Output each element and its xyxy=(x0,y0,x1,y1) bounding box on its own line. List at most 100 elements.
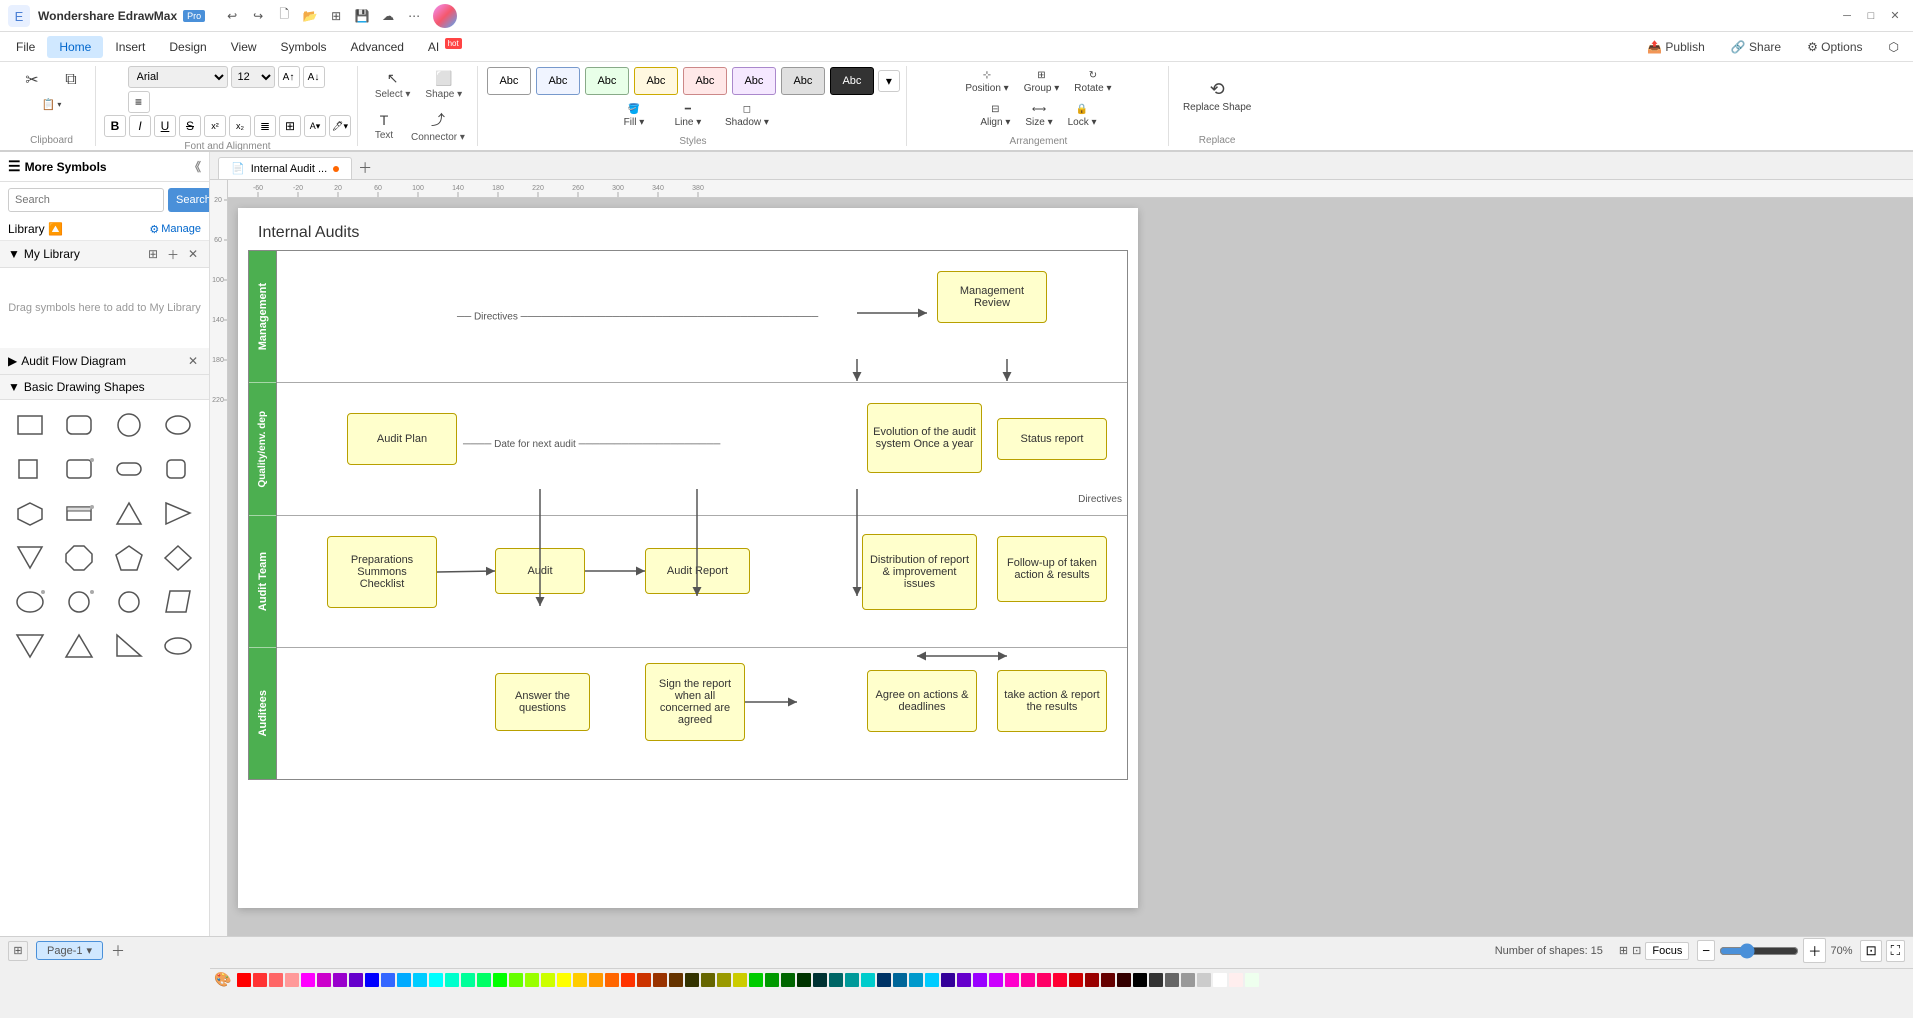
font-color-button[interactable]: A▾ xyxy=(304,115,326,137)
text-tool-button[interactable]: T Text xyxy=(366,108,402,145)
color-swatch[interactable] xyxy=(893,973,907,987)
shape-rounded-square[interactable] xyxy=(156,450,200,490)
color-swatch[interactable] xyxy=(1213,973,1227,987)
color-swatch[interactable] xyxy=(1117,973,1131,987)
subscript-button[interactable]: x₂ xyxy=(229,115,251,137)
color-swatch[interactable] xyxy=(941,973,955,987)
color-swatch[interactable] xyxy=(429,973,443,987)
color-swatch[interactable] xyxy=(845,973,859,987)
color-swatch[interactable] xyxy=(765,973,779,987)
distribution-box[interactable]: Distribution of report & improvement iss… xyxy=(862,534,977,610)
select-tool-button[interactable]: ↖ Select ▾ xyxy=(369,66,417,104)
color-swatch[interactable] xyxy=(365,973,379,987)
take-action-box[interactable]: take action & report the results xyxy=(997,670,1107,732)
copy-button[interactable]: ⧉ xyxy=(53,67,89,93)
options-button[interactable]: ⚙ Options xyxy=(1797,37,1872,57)
preparations-box[interactable]: PreparationsSummonsChecklist xyxy=(327,536,437,608)
color-swatch[interactable] xyxy=(1181,973,1195,987)
shape-hexagon[interactable] xyxy=(8,494,52,534)
color-swatch[interactable] xyxy=(701,973,715,987)
shape-oval-2[interactable] xyxy=(156,626,200,666)
style-6[interactable]: Abc xyxy=(732,67,776,95)
shape-ellipse-dot[interactable] xyxy=(8,582,52,622)
focus-button[interactable]: Focus xyxy=(1645,942,1689,960)
shape-right-triangle[interactable] xyxy=(107,626,151,666)
font-decrease-button[interactable]: A↓ xyxy=(303,66,325,88)
strikethrough-button[interactable]: S xyxy=(179,115,201,137)
bold-button[interactable]: B xyxy=(104,115,126,137)
color-swatch[interactable] xyxy=(557,973,571,987)
agree-box[interactable]: Agree on actions & deadlines xyxy=(867,670,977,732)
shape-pentagon[interactable] xyxy=(107,538,151,578)
shape-triangle-down[interactable] xyxy=(8,538,52,578)
zoom-slider[interactable] xyxy=(1719,943,1799,959)
color-swatch[interactable] xyxy=(621,973,635,987)
color-picker-icon[interactable]: 🎨 xyxy=(214,971,231,988)
size-button[interactable]: ⟷ Size ▾ xyxy=(1019,100,1058,132)
color-swatch[interactable] xyxy=(1133,973,1147,987)
user-avatar[interactable] xyxy=(433,4,457,28)
color-swatch[interactable] xyxy=(749,973,763,987)
color-swatch[interactable] xyxy=(1101,973,1115,987)
shape-tool-button[interactable]: ⬜ Shape ▾ xyxy=(419,66,468,104)
shape-triangle-up[interactable] xyxy=(107,494,151,534)
replace-shape-button[interactable]: ⟲ Replace Shape xyxy=(1177,75,1257,117)
color-swatch[interactable] xyxy=(413,973,427,987)
color-swatch[interactable] xyxy=(269,973,283,987)
menu-view[interactable]: View xyxy=(219,36,269,58)
shape-triangle-outline[interactable] xyxy=(57,626,101,666)
minimize-button[interactable]: ─ xyxy=(1837,6,1857,26)
zoom-in-button[interactable]: ＋ xyxy=(1803,938,1826,963)
share-button[interactable]: 🔗 Share xyxy=(1721,37,1791,57)
color-swatch[interactable] xyxy=(381,973,395,987)
publish-button[interactable]: 📤 Publish xyxy=(1637,37,1715,57)
font-increase-button[interactable]: A↑ xyxy=(278,66,300,88)
add-to-library-button[interactable]: ＋ xyxy=(165,246,181,262)
document-tab[interactable]: 📄 Internal Audit ... xyxy=(218,157,352,179)
followup-box[interactable]: Follow-up of taken action & results xyxy=(997,536,1107,602)
open-button[interactable]: 📂 xyxy=(299,5,321,27)
text-align-button[interactable]: ≡ xyxy=(128,91,150,113)
template-button[interactable]: ⊞ xyxy=(325,5,347,27)
color-swatch[interactable] xyxy=(285,973,299,987)
close-library-button[interactable]: ✕ xyxy=(185,246,201,262)
color-swatch[interactable] xyxy=(685,973,699,987)
menu-symbols[interactable]: Symbols xyxy=(269,36,339,58)
sidebar-collapse-button[interactable]: 《 xyxy=(189,158,201,175)
color-swatch[interactable] xyxy=(333,973,347,987)
style-7[interactable]: Abc xyxy=(781,67,825,95)
basic-shapes-header[interactable]: ▼ Basic Drawing Shapes xyxy=(0,375,209,400)
fit-icon[interactable]: ⊡ xyxy=(1632,944,1641,957)
search-input[interactable] xyxy=(8,188,164,212)
color-swatch[interactable] xyxy=(909,973,923,987)
more-button[interactable]: ⋯ xyxy=(403,5,425,27)
menu-advanced[interactable]: Advanced xyxy=(339,36,416,58)
audit-flow-header[interactable]: ▶ Audit Flow Diagram ✕ xyxy=(0,348,209,375)
color-swatch[interactable] xyxy=(525,973,539,987)
my-library-header[interactable]: ▼ My Library ⊞ ＋ ✕ xyxy=(0,241,209,268)
add-page-button[interactable]: ＋ xyxy=(111,941,125,961)
menu-ai[interactable]: AI hot xyxy=(416,35,474,58)
menu-file[interactable]: File xyxy=(4,36,47,58)
menu-insert[interactable]: Insert xyxy=(103,36,157,58)
lock-button[interactable]: 🔒 Lock ▾ xyxy=(1062,100,1103,132)
styles-expand-button[interactable]: ▾ xyxy=(878,70,900,92)
undo-button[interactable]: ↩ xyxy=(221,5,243,27)
zoom-out-button[interactable]: − xyxy=(1697,940,1715,961)
close-button[interactable]: ✕ xyxy=(1885,6,1905,26)
shape-diamond[interactable] xyxy=(156,538,200,578)
color-swatch[interactable] xyxy=(861,973,875,987)
color-swatch[interactable] xyxy=(925,973,939,987)
color-swatch[interactable] xyxy=(653,973,667,987)
sign-report-box[interactable]: Sign the report when all concerned are a… xyxy=(645,663,745,741)
color-swatch[interactable] xyxy=(1197,973,1211,987)
color-swatch[interactable] xyxy=(989,973,1003,987)
audit-report-box[interactable]: Audit Report xyxy=(645,548,750,594)
color-swatch[interactable] xyxy=(1069,973,1083,987)
shape-circle[interactable] xyxy=(107,406,151,446)
shape-circle-dot[interactable] xyxy=(57,582,101,622)
style-1[interactable]: Abc xyxy=(487,67,531,95)
color-swatch[interactable] xyxy=(541,973,555,987)
shape-square[interactable] xyxy=(8,450,52,490)
shape-filmstrip[interactable] xyxy=(57,494,101,534)
